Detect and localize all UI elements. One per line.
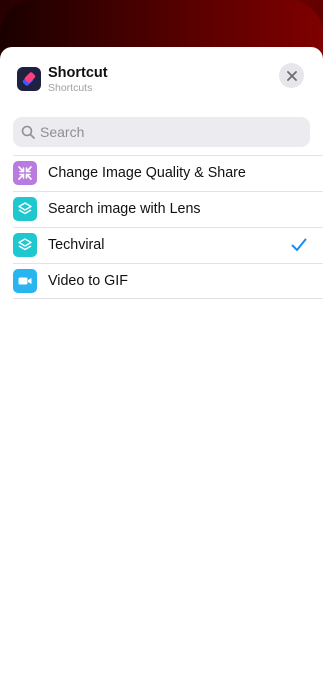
- sheet-header: Shortcut Shortcuts: [0, 47, 323, 117]
- checkmark-icon: [291, 238, 307, 251]
- search-input[interactable]: [40, 124, 290, 140]
- layers-icon: [13, 233, 37, 257]
- sheet-title: Shortcut: [48, 65, 108, 81]
- video-camera-icon: [13, 269, 37, 293]
- compress-arrows-icon: [13, 161, 37, 185]
- shortcut-picker-sheet: Shortcut Shortcuts Search Change Image Q…: [0, 47, 323, 700]
- search-field[interactable]: [13, 117, 310, 147]
- search-icon: [21, 125, 35, 139]
- close-icon: [286, 70, 297, 81]
- shortcuts-app-icon: [17, 67, 41, 91]
- list-item-label: Techviral: [48, 237, 105, 253]
- list-item-change-image-quality[interactable]: Change Image Quality & Share: [0, 155, 323, 191]
- shortcut-list: Change Image Quality & Share Search imag…: [0, 155, 323, 299]
- list-item-label: Video to GIF: [48, 273, 129, 289]
- list-item-label: Search image with Lens: [48, 201, 201, 217]
- list-item-video-to-gif[interactable]: Video to GIF: [0, 263, 323, 299]
- list-item-label: Change Image Quality & Share: [48, 165, 246, 181]
- list-item-techviral[interactable]: Techviral: [0, 227, 323, 263]
- sheet-subtitle: Shortcuts: [48, 82, 93, 94]
- list-item-search-image-with-lens[interactable]: Search image with Lens: [0, 191, 323, 227]
- layers-icon: [13, 197, 37, 221]
- close-button[interactable]: [279, 63, 304, 88]
